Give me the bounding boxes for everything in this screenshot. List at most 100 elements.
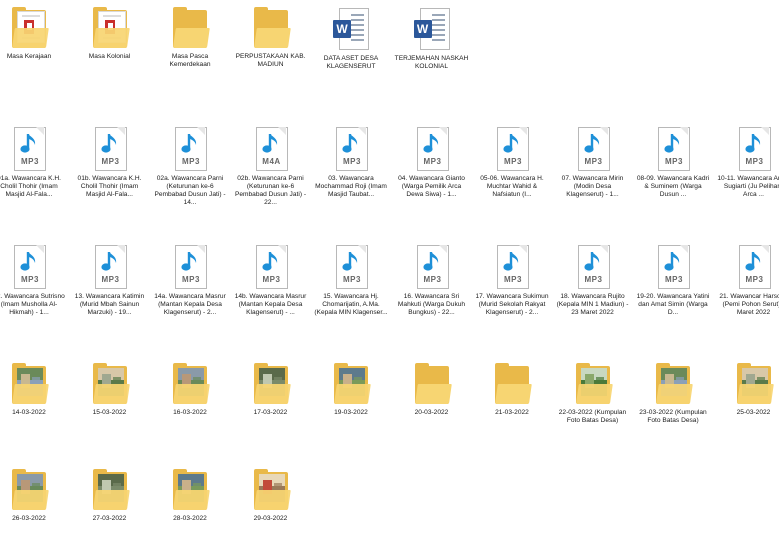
folder-photo-icon bbox=[735, 362, 774, 406]
folder-item[interactable]: 28-03-2022 bbox=[151, 468, 229, 523]
file-extension-label: MP3 bbox=[101, 275, 120, 284]
audio-file-icon: MP3 bbox=[331, 126, 371, 172]
audio-file-item[interactable]: MP3 17. Wawancara Sukimun (Murid Sekolah … bbox=[473, 244, 551, 317]
folder-photo-icon bbox=[10, 468, 49, 512]
folder-item[interactable]: Masa Kolonial bbox=[71, 6, 149, 61]
folder-photo-icon bbox=[332, 362, 371, 406]
file-extension-label: MP3 bbox=[584, 157, 603, 166]
file-name-label: 27-03-2022 bbox=[92, 515, 127, 522]
folder-photo-icon bbox=[171, 468, 210, 512]
folder-red-doc-icon bbox=[10, 6, 49, 50]
folder-item[interactable]: 26-03-2022 bbox=[0, 468, 68, 523]
file-name-label: 14b. Wawancara Masrur (Mantan Kepala Des… bbox=[234, 293, 307, 316]
file-extension-label: M4A bbox=[262, 157, 281, 166]
file-name-label: 22-03-2022 (Kumpulan Foto Batas Desa) bbox=[558, 409, 627, 424]
file-name-label: 20-03-2022 bbox=[414, 409, 449, 416]
audio-file-item[interactable]: MP3 12. Wawancara Sutrisno (Imam Musholla… bbox=[0, 244, 68, 317]
folder-item[interactable]: 15-03-2022 bbox=[71, 362, 149, 417]
audio-file-item[interactable]: MP3 15. Wawancara Hj. Chomarijatin, A.Ma.… bbox=[312, 244, 390, 317]
folder-item[interactable]: 14-03-2022 bbox=[0, 362, 68, 417]
audio-file-item[interactable]: MP3 02a. Wawancara Parni (Keturunan ke-6 … bbox=[151, 126, 229, 207]
audio-file-item[interactable]: MP3 03. Wawancara Mochammad Roji (Imam Ma… bbox=[312, 126, 390, 199]
file-extension-label: MP3 bbox=[745, 157, 764, 166]
file-name-label: 19-03-2022 bbox=[334, 409, 368, 416]
file-name-label: 26-03-2022 bbox=[12, 515, 46, 522]
audio-file-item[interactable]: MP3 05-06. Wawancara H. Muchtar Wahid & N… bbox=[473, 126, 551, 199]
folder-icon bbox=[413, 362, 452, 406]
file-name-label: 16. Wawancara Sri Mahkuti (Warga Dukuh B… bbox=[397, 293, 466, 316]
audio-file-icon: M4A bbox=[251, 126, 291, 172]
folder-red-doc-icon bbox=[91, 6, 130, 50]
file-name-label: 08-09. Wawancara Kadri & Suminem (Warga … bbox=[636, 175, 710, 198]
file-name-label: 21. Wawancar Harsoyo (Pemi Pohon Serut) … bbox=[719, 293, 779, 316]
audio-file-icon: MP3 bbox=[573, 126, 613, 172]
file-extension-label: MP3 bbox=[101, 157, 120, 166]
file-name-label: 01b. Wawancara K.H. Cholil Thohir (Imam … bbox=[77, 175, 142, 198]
file-extension-label: MP3 bbox=[665, 157, 683, 166]
audio-file-item[interactable]: MP3 01b. Wawancara K.H. Cholil Thohir (Im… bbox=[71, 126, 149, 199]
folder-item[interactable]: PERPUSTAKAAN KAB. MADIUN bbox=[232, 6, 310, 69]
folder-item[interactable]: 23-03-2022 (Kumpulan Foto Batas Desa) bbox=[634, 362, 712, 425]
audio-file-item[interactable]: MP3 01a. Wawancara K.H. Cholil Thohir (Im… bbox=[0, 126, 68, 199]
file-extension-label: MP3 bbox=[504, 275, 522, 284]
folder-item[interactable]: 25-03-2022 bbox=[715, 362, 779, 417]
document-file-item[interactable]: W DATA ASET DESA KLAGENSERUT bbox=[312, 6, 390, 71]
folder-item[interactable]: Masa Kerajaan bbox=[0, 6, 68, 61]
file-name-label: 12. Wawancara Sutrisno (Imam Musholla Al… bbox=[0, 293, 65, 316]
folder-photo-icon bbox=[10, 362, 49, 406]
audio-file-item[interactable]: MP3 07. Wawancara Mirin (Modin Desa Klage… bbox=[554, 126, 632, 199]
file-name-label: 10-11. Wawancara Am & Sugiarti (Ju Pelih… bbox=[717, 175, 779, 198]
file-extension-label: MP3 bbox=[343, 275, 361, 284]
audio-file-icon: MP3 bbox=[251, 244, 291, 290]
audio-file-item[interactable]: MP3 04. Wawancara Gianto (Warga Pemilik A… bbox=[393, 126, 471, 199]
file-name-label: 01a. Wawancara K.H. Cholil Thohir (Imam … bbox=[0, 175, 61, 198]
audio-file-icon: MP3 bbox=[9, 126, 49, 172]
audio-file-item[interactable]: MP3 13. Wawancara Katimin (Murid Mbah Sai… bbox=[71, 244, 149, 317]
audio-file-item[interactable]: MP3 10-11. Wawancara Am & Sugiarti (Ju Pe… bbox=[715, 126, 779, 199]
file-extension-label: MP3 bbox=[745, 275, 764, 284]
document-file-item[interactable]: W TERJEMAHAN NASKAH KOLONIAL bbox=[393, 6, 471, 71]
audio-file-item[interactable]: MP3 14a. Wawancara Masrur (Mantan Kepala … bbox=[151, 244, 229, 317]
audio-file-item[interactable]: M4A 02b. Wawancara Parni (Keturunan ke-6 … bbox=[232, 126, 310, 207]
file-name-label: DATA ASET DESA KLAGENSERUT bbox=[323, 55, 379, 70]
audio-file-item[interactable]: MP3 14b. Wawancara Masrur (Mantan Kepala … bbox=[232, 244, 310, 317]
file-name-label: 07. Wawancara Mirin (Modin Desa Klagense… bbox=[561, 175, 624, 198]
file-extension-label: MP3 bbox=[21, 157, 39, 166]
folder-item[interactable]: 21-03-2022 bbox=[473, 362, 551, 417]
folder-item[interactable]: 27-03-2022 bbox=[71, 468, 149, 523]
file-extension-label: MP3 bbox=[182, 275, 200, 284]
file-name-label: 05-06. Wawancara H. Muchtar Wahid & Nafs… bbox=[480, 175, 544, 198]
folder-item[interactable]: 22-03-2022 (Kumpulan Foto Batas Desa) bbox=[554, 362, 632, 425]
file-name-label: 28-03-2022 bbox=[173, 515, 207, 522]
file-name-label: 13. Wawancara Katimin (Murid Mbah Sainun… bbox=[74, 293, 145, 316]
folder-photo-icon bbox=[654, 362, 693, 406]
folder-photo-icon bbox=[171, 362, 210, 406]
folder-item[interactable]: 19-03-2022 bbox=[312, 362, 390, 417]
file-name-label: 02a. Wawancara Parni (Keturunan ke-6 Pem… bbox=[154, 175, 226, 206]
audio-file-icon: MP3 bbox=[90, 126, 130, 172]
audio-file-icon: MP3 bbox=[412, 244, 452, 290]
folder-item[interactable]: 17-03-2022 bbox=[232, 362, 310, 417]
audio-file-icon: MP3 bbox=[734, 244, 774, 290]
word-document-icon: W bbox=[412, 6, 452, 52]
folder-item[interactable]: 16-03-2022 bbox=[151, 362, 229, 417]
file-extension-label: MP3 bbox=[665, 275, 683, 284]
audio-file-icon: MP3 bbox=[331, 244, 371, 290]
file-name-label: Masa Kolonial bbox=[88, 53, 131, 60]
folder-item[interactable]: Masa Pasca Kemerdekaan bbox=[151, 6, 229, 69]
audio-file-icon: MP3 bbox=[9, 244, 49, 290]
audio-file-item[interactable]: MP3 16. Wawancara Sri Mahkuti (Warga Duku… bbox=[393, 244, 471, 317]
audio-file-icon: MP3 bbox=[653, 244, 693, 290]
file-name-label: 29-03-2022 bbox=[253, 515, 288, 522]
folder-item[interactable]: 20-03-2022 bbox=[393, 362, 471, 417]
audio-file-icon: MP3 bbox=[492, 126, 532, 172]
audio-file-icon: MP3 bbox=[734, 126, 774, 172]
folder-item[interactable]: 29-03-2022 bbox=[232, 468, 310, 523]
file-name-label: 25-03-2022 bbox=[736, 409, 771, 416]
audio-file-item[interactable]: MP3 21. Wawancar Harsoyo (Pemi Pohon Seru… bbox=[715, 244, 779, 317]
file-name-label: 19-20. Wawancara Yatini dan Amat Simin (… bbox=[636, 293, 710, 316]
audio-file-item[interactable]: MP3 19-20. Wawancara Yatini dan Amat Simi… bbox=[634, 244, 712, 317]
audio-file-item[interactable]: MP3 18. Wawancara Rujito (Kepala MIN 1 Ma… bbox=[554, 244, 632, 317]
audio-file-item[interactable]: MP3 08-09. Wawancara Kadri & Suminem (War… bbox=[634, 126, 712, 199]
word-document-icon: W bbox=[331, 6, 371, 52]
